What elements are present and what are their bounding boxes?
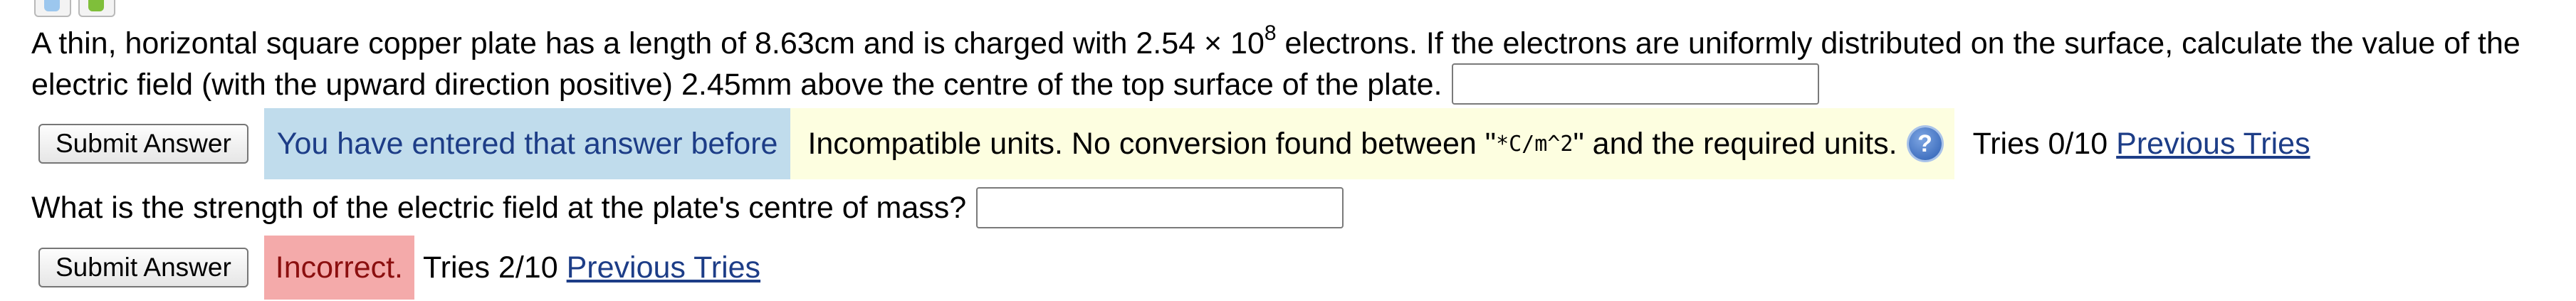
previous-tries-link-2[interactable]: Previous Tries: [567, 250, 760, 285]
submit-answer-button-1[interactable]: Submit Answer: [38, 124, 248, 164]
previous-tries-link-1[interactable]: Previous Tries: [2116, 127, 2310, 162]
exponent: 8: [1264, 21, 1277, 45]
units-msg-before: Incompatible units. No conversion found …: [807, 126, 1497, 161]
tries-counter-2: Tries 2/10: [423, 250, 558, 285]
submit-answer-button-2[interactable]: Submit Answer: [38, 248, 248, 287]
part2-question-row: What is the strength of the electric fie…: [31, 186, 1344, 229]
top-toolbar: [34, 0, 115, 17]
answer-input-1[interactable]: [1452, 63, 1820, 105]
tries-counter-1: Tries 0/10: [1972, 126, 2108, 161]
part2-question-text: What is the strength of the electric fie…: [31, 190, 967, 225]
answer-input-2[interactable]: [976, 187, 1344, 228]
pencil-icon[interactable]: [34, 0, 71, 17]
question-text-part1: A thin, horizontal square copper plate h…: [31, 26, 1265, 60]
question-text: A thin, horizontal square copper plate h…: [31, 21, 2552, 107]
units-code: *C/m^2: [1496, 131, 1574, 157]
help-icon[interactable]: ?: [1908, 127, 1942, 160]
duplicate-answer-message: You have entered that answer before: [263, 108, 791, 179]
incompatible-units-message: Incompatible units. No conversion found …: [790, 108, 1954, 179]
units-msg-after: " and the required units.: [1573, 126, 1897, 161]
part2-feedback-row: Submit Answer Incorrect. Tries 2/10 Prev…: [38, 236, 760, 300]
database-icon[interactable]: [78, 0, 115, 17]
part1-feedback-row: Submit Answer You have entered that answ…: [38, 108, 2310, 179]
incorrect-message: Incorrect.: [263, 236, 415, 300]
